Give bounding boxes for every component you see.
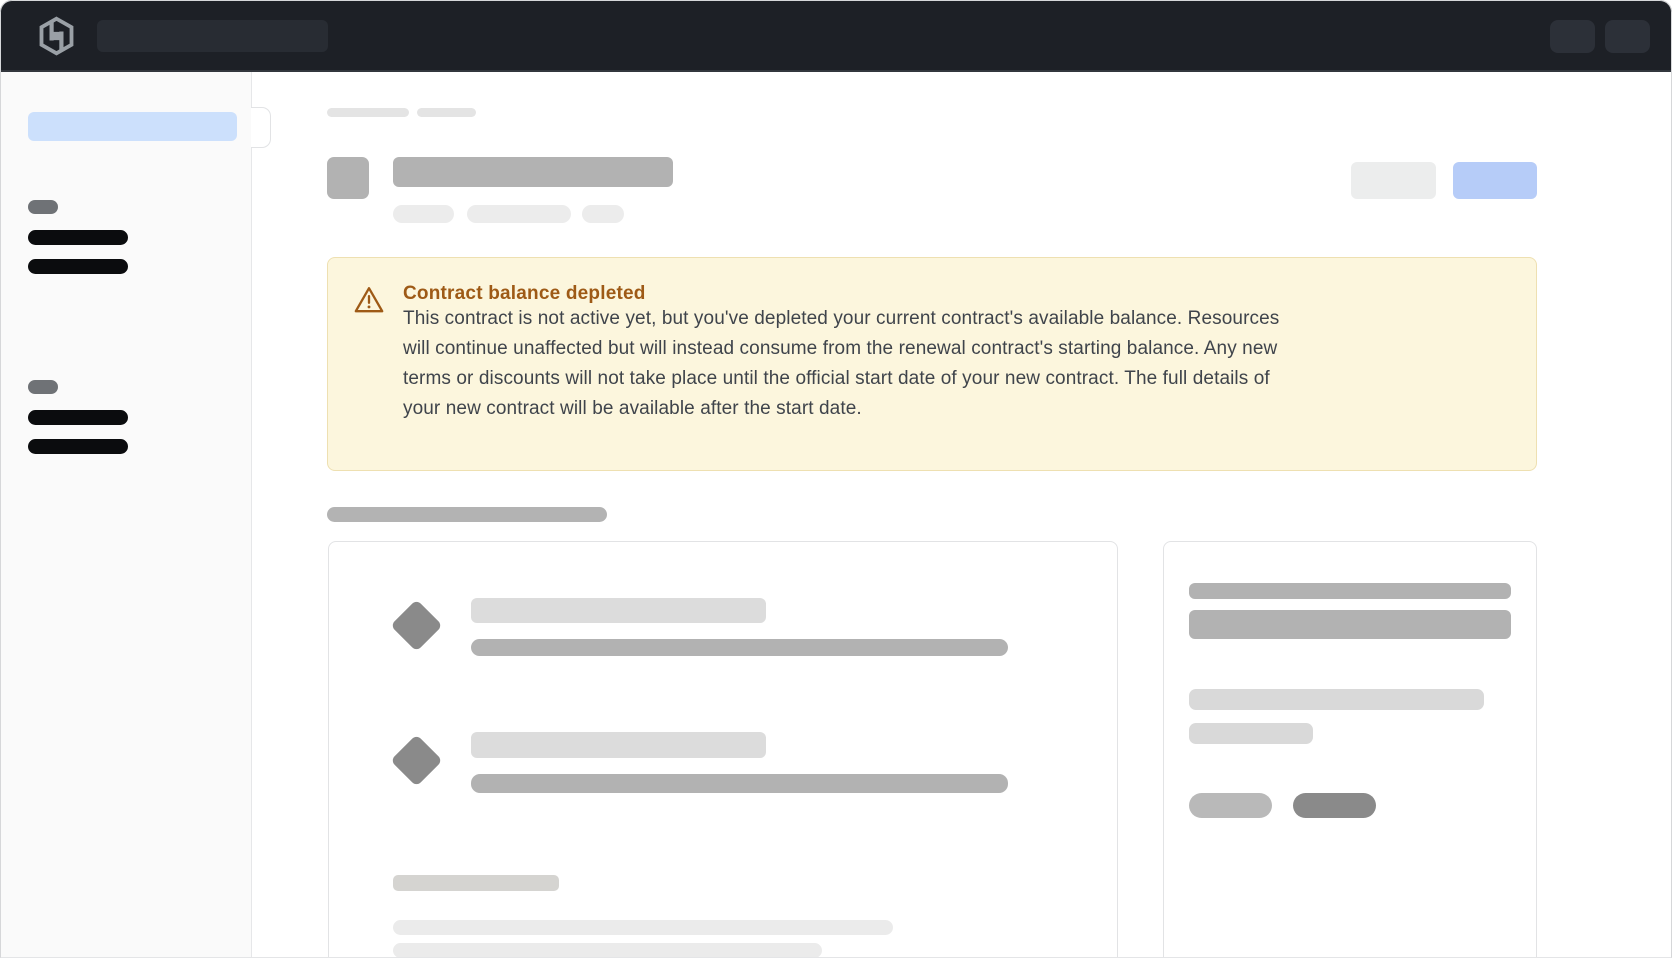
breadcrumb-item-skeleton bbox=[417, 108, 476, 117]
summary-title-skeleton bbox=[1189, 610, 1511, 639]
card-label-skeleton bbox=[393, 875, 559, 891]
card-button-skeleton[interactable] bbox=[1293, 793, 1376, 818]
summary-text-skeleton bbox=[1189, 723, 1313, 744]
sidebar-section-label-skeleton bbox=[28, 200, 58, 214]
sidebar-section-label-skeleton bbox=[28, 380, 58, 394]
card-text-skeleton bbox=[393, 943, 822, 958]
summary-card bbox=[1163, 541, 1537, 958]
breadcrumb-item-skeleton bbox=[327, 108, 409, 117]
global-search-input[interactable] bbox=[97, 20, 328, 52]
card-text-skeleton bbox=[393, 920, 893, 935]
sidebar-item-skeleton[interactable] bbox=[28, 410, 128, 425]
sidebar-item-selected[interactable] bbox=[28, 112, 237, 141]
hashicorp-logo-icon bbox=[38, 16, 75, 56]
sidebar-collapse-handle[interactable] bbox=[251, 107, 271, 148]
app-window: Contract balance depleted This contract … bbox=[0, 0, 1672, 958]
summary-title-skeleton bbox=[1189, 583, 1511, 599]
list-item-text-skeleton bbox=[471, 774, 1008, 793]
summary-text-skeleton bbox=[1189, 689, 1484, 710]
secondary-button-skeleton[interactable] bbox=[1351, 162, 1436, 199]
alert-body: This contract is not active yet, but you… bbox=[403, 304, 1508, 424]
primary-button-skeleton[interactable] bbox=[1453, 162, 1537, 199]
warning-triangle-icon bbox=[353, 285, 385, 315]
sidebar-item-skeleton[interactable] bbox=[28, 439, 128, 454]
navbar-action-button-1[interactable] bbox=[1550, 20, 1595, 53]
navbar-action-button-2[interactable] bbox=[1605, 20, 1650, 53]
alert-title: Contract balance depleted bbox=[403, 283, 646, 305]
section-title-skeleton bbox=[327, 507, 607, 522]
page-meta-badge-skeleton bbox=[393, 205, 454, 223]
page-icon-skeleton bbox=[327, 157, 369, 199]
list-item-title-skeleton bbox=[471, 598, 766, 623]
sidebar-nav bbox=[0, 72, 252, 958]
card-button-skeleton[interactable] bbox=[1189, 793, 1272, 818]
top-navbar bbox=[0, 0, 1672, 72]
sidebar-item-skeleton[interactable] bbox=[28, 230, 128, 245]
list-item-text-skeleton bbox=[471, 639, 1008, 656]
page-meta-badge-skeleton bbox=[582, 205, 624, 223]
list-item-title-skeleton bbox=[471, 732, 766, 758]
page-title-skeleton bbox=[393, 157, 673, 187]
sidebar-item-skeleton[interactable] bbox=[28, 259, 128, 274]
page-meta-badge-skeleton bbox=[467, 205, 571, 223]
contract-alert-banner: Contract balance depleted This contract … bbox=[327, 257, 1537, 471]
